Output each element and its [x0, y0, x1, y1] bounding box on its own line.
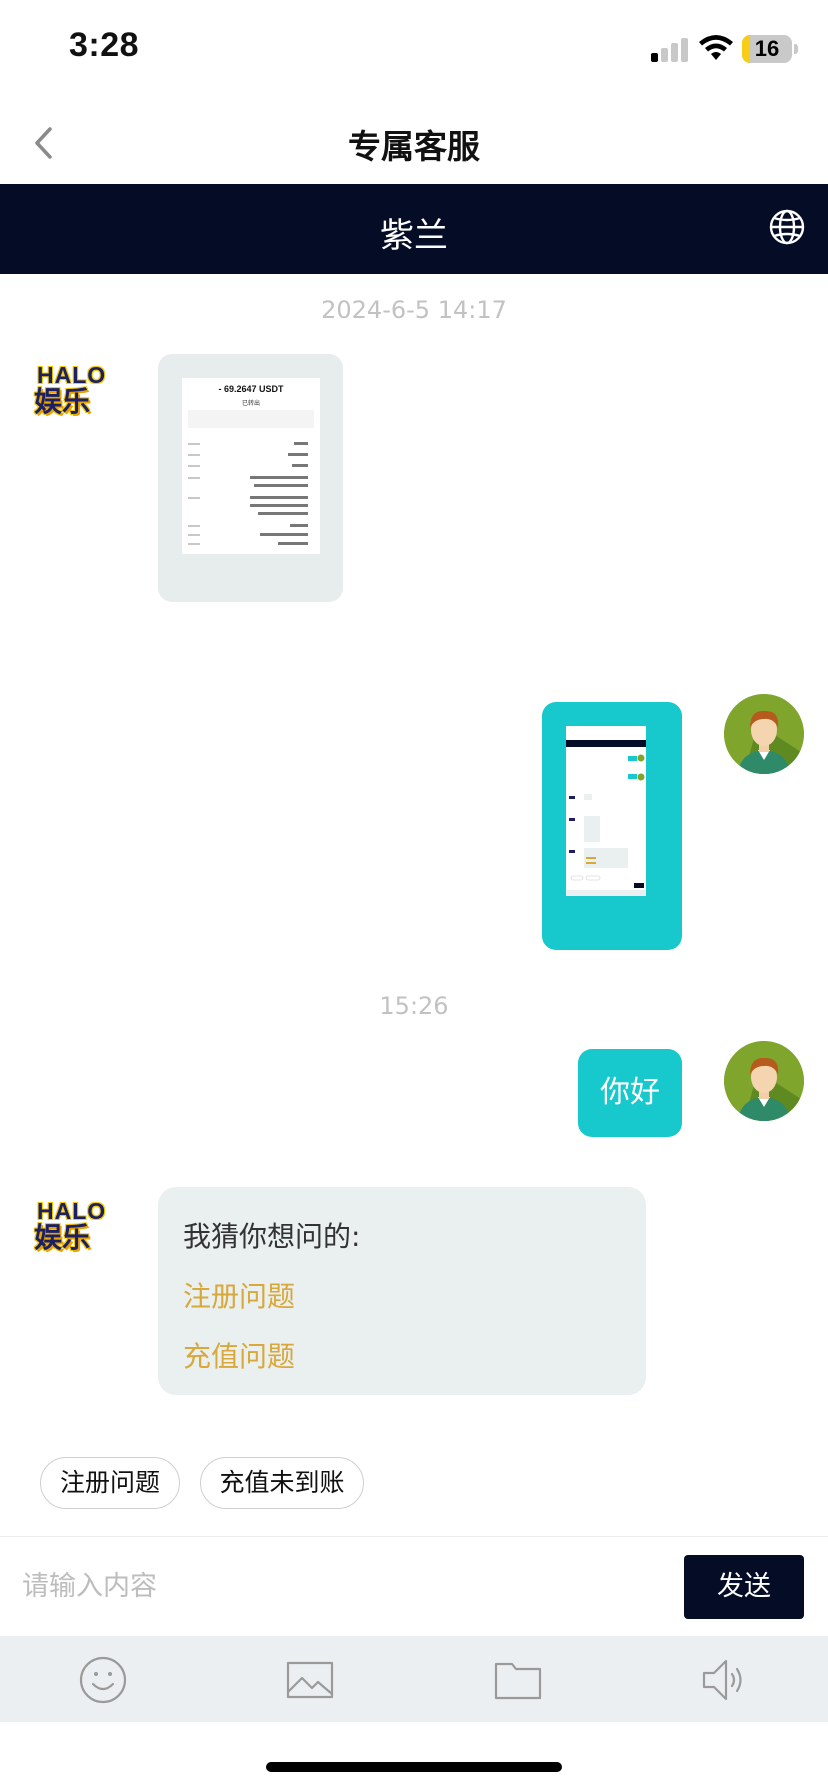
status-bar: 3:28 16	[0, 0, 828, 100]
globe-icon[interactable]	[768, 208, 806, 246]
faq-link-recharge[interactable]: 充值问题	[183, 1335, 295, 1375]
battery-percentage: 16	[754, 36, 780, 61]
user-avatar	[724, 694, 804, 774]
page-title: 专属客服	[348, 127, 480, 166]
message-input[interactable]	[22, 1554, 662, 1618]
user-avatar	[724, 1041, 804, 1121]
speaker-icon[interactable]	[700, 1656, 748, 1704]
send-button[interactable]: 发送	[684, 1555, 804, 1619]
message-timestamp: 15:26	[379, 992, 449, 1020]
agent-logo: HALO 娱乐	[34, 362, 107, 418]
folder-icon[interactable]	[494, 1656, 542, 1704]
user-avatar-icon	[724, 1041, 804, 1121]
user-text-message[interactable]: 你好	[578, 1049, 682, 1137]
battery-icon: 16	[742, 35, 792, 63]
chat-screenshot-thumbnail	[566, 726, 646, 896]
user-image-message[interactable]	[542, 702, 682, 950]
home-indicator	[266, 1762, 562, 1772]
receipt-screenshot: - 69.2647 USDT 已转出	[182, 378, 320, 554]
emoji-icon[interactable]	[79, 1656, 127, 1704]
wifi-icon	[699, 35, 733, 60]
receipt-amount: - 69.2647 USDT	[218, 384, 284, 394]
composer-divider	[0, 1536, 828, 1537]
faq-suggestion-message: 我猜你想问的: 注册问题 充值问题	[158, 1187, 646, 1395]
agent-name: 紫兰	[380, 216, 448, 256]
agent-image-message[interactable]: - 69.2647 USDT 已转出	[158, 354, 343, 602]
battery-cap	[794, 44, 798, 54]
quick-reply-recharge-missing[interactable]: 充值未到账	[200, 1457, 364, 1509]
image-icon[interactable]	[286, 1656, 334, 1704]
user-avatar-icon	[724, 694, 804, 774]
navigation-bar: 专属客服	[0, 100, 828, 184]
receipt-status: 已转出	[241, 400, 260, 407]
cellular-signal-icon	[651, 36, 691, 62]
agent-header: 紫兰	[0, 184, 828, 274]
agent-logo: HALO 娱乐	[34, 1198, 107, 1254]
faq-link-register[interactable]: 注册问题	[183, 1275, 295, 1315]
faq-title: 我猜你想问的:	[183, 1220, 361, 1253]
message-timestamp: 2024-6-5 14:17	[321, 296, 507, 324]
quick-reply-register[interactable]: 注册问题	[40, 1457, 180, 1509]
status-time: 3:28	[69, 26, 140, 64]
